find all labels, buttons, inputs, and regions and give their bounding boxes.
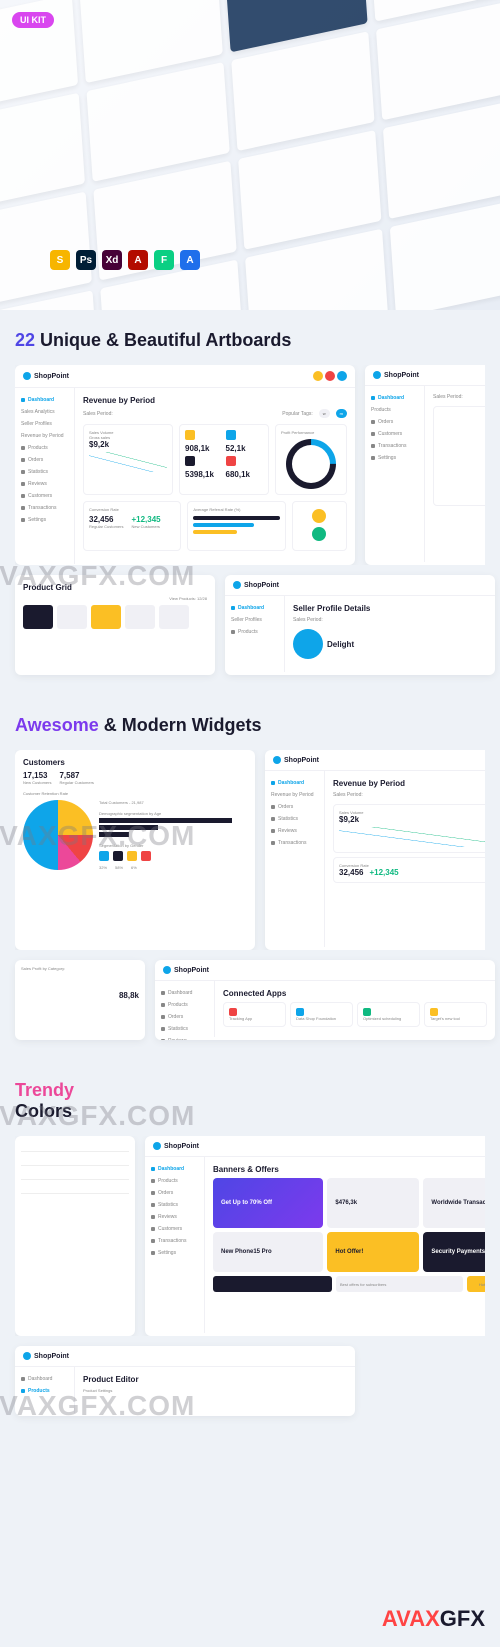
hero-section: UI KIT S Ps Xd A F A: [0, 0, 500, 310]
xd-icon: Xd: [102, 250, 122, 270]
sidebar-item[interactable]: Reviews: [21, 478, 68, 490]
banner-value[interactable]: $476,3k: [327, 1178, 419, 1228]
sidebar-item[interactable]: Products: [21, 442, 68, 454]
uikit-badge: UI KIT: [12, 12, 54, 28]
sidebar-item[interactable]: Revenue by Period: [21, 430, 68, 442]
product-editor-shot: ShopPoint Dashboard Products Product Edi…: [15, 1346, 355, 1416]
sidebar-item[interactable]: Seller Profiles: [21, 418, 68, 430]
sketch-icon: S: [50, 250, 70, 270]
profit-card: Profit Performance: [275, 424, 347, 495]
app-icons-row: S Ps Xd A F A: [50, 250, 200, 270]
table-shot: [15, 1136, 135, 1336]
widgets-section: Awesome & Modern Widgets Customers 17,15…: [0, 695, 500, 1060]
customers-shot: Customers 17,153New Customers 7,587Regul…: [15, 750, 255, 950]
sidebar-item[interactable]: Transactions: [21, 502, 68, 514]
banner-worldwide[interactable]: Worldwide Transac: [423, 1178, 485, 1228]
sidebar-item[interactable]: Sales Analytics: [21, 406, 68, 418]
app-logo: ShopPoint: [23, 372, 69, 380]
product-grid-shot: Product Grid View Products: 12/28: [15, 575, 215, 675]
widgets-heading: Awesome & Modern Widgets: [15, 715, 485, 736]
banner-hot[interactable]: Hot Offer!: [327, 1232, 419, 1272]
referral-card: Average Referral Rate (%): [187, 501, 285, 551]
line-chart: [89, 452, 167, 472]
colors-heading: Trendy Colors: [15, 1080, 485, 1122]
affinity-icon: A: [180, 250, 200, 270]
page-title: Revenue by Period: [83, 396, 347, 405]
artboards-section: 22 Unique & Beautiful Artboards ShopPoin…: [0, 310, 500, 695]
footer-brand: AVAXGFX: [382, 1606, 485, 1632]
connected-apps-shot: ShopPoint Dashboard Products Orders Stat…: [155, 960, 495, 1040]
banner-discount[interactable]: Get Up to 70% Off: [213, 1178, 323, 1228]
sales-volume-card: Sales Volume Gross sales $9,2k: [83, 424, 173, 495]
colors-section: Trendy Colors ShopPoint Dashboard Produc…: [0, 1060, 500, 1436]
sidebar-item[interactable]: Settings: [21, 514, 68, 526]
banner-phone[interactable]: New Phone15 Pro: [213, 1232, 323, 1272]
conversion-card: Conversion Rate 32,456Regular Customers …: [83, 501, 181, 551]
side-dashboard-shot: ShopPoint Dashboard Products Orders Cust…: [365, 365, 485, 565]
sidebar-item-dashboard[interactable]: Dashboard: [21, 394, 68, 406]
sidebar-item[interactable]: Customers: [21, 490, 68, 502]
artboards-heading: 22 Unique & Beautiful Artboards: [15, 330, 485, 351]
seller-profile-shot: ShopPoint Dashboard Seller Profiles Prod…: [225, 575, 495, 675]
revenue-shot-2: ShopPoint Dashboard Revenue by Period Or…: [265, 750, 485, 950]
banners-shot: ShopPoint Dashboard Products Orders Stat…: [145, 1136, 485, 1336]
sidebar: Dashboard Sales Analytics Seller Profile…: [15, 388, 75, 564]
pie-chart: [23, 800, 93, 870]
stats-grid: 908,1k 52,1k 5398,1k 680,1k: [179, 424, 269, 495]
donut-chart: [276, 429, 347, 500]
acrobat-icon: A: [128, 250, 148, 270]
revenue-dashboard-shot: ShopPoint Dashboard Sales Analytics Sell…: [15, 365, 355, 565]
sidebar-item[interactable]: Statistics: [21, 466, 68, 478]
sidebar-item[interactable]: Orders: [21, 454, 68, 466]
banner-security[interactable]: Security Payments: [423, 1232, 485, 1272]
photoshop-icon: Ps: [76, 250, 96, 270]
figma-icon: F: [154, 250, 174, 270]
profit-category-shot: Sales Profit by Category: 88,8k: [15, 960, 145, 1040]
